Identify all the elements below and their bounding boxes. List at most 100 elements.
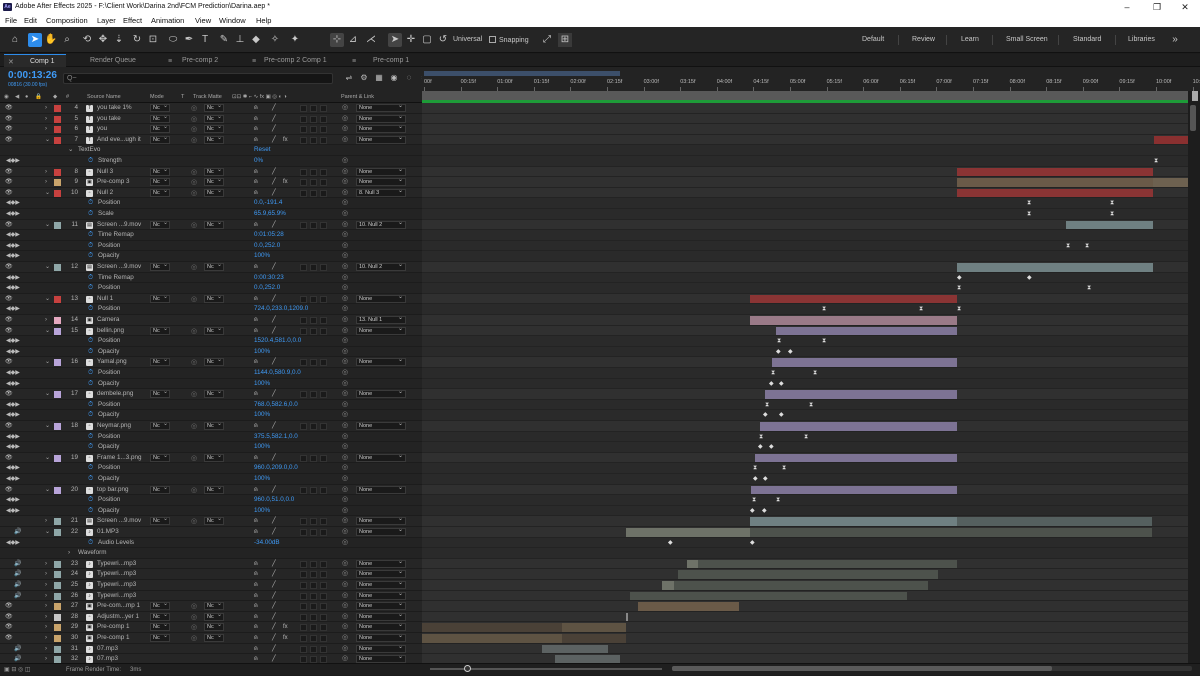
eraser-tool-icon[interactable]: ◆ (249, 33, 263, 47)
layer-name[interactable]: Typewri...mp3 (97, 591, 149, 602)
motion-blur-switch[interactable] (300, 560, 307, 568)
stopwatch-icon[interactable]: ⏱ (88, 273, 93, 284)
zoom-tool-icon[interactable]: ⌕ (60, 33, 74, 47)
track-matte-dropdown[interactable]: Nc (204, 622, 224, 632)
layer-row[interactable]: 👁›27▣Pre-com...mp 1Nc◎Nc⍝╱◎None (0, 601, 422, 612)
expression-pickwhip-icon[interactable]: ◎ (342, 495, 348, 506)
layer-duration-bar[interactable] (1066, 220, 1153, 230)
twirl-closed-icon[interactable]: › (45, 654, 47, 663)
3d-scale-icon[interactable]: ▢ (420, 33, 434, 47)
timeline-track[interactable] (422, 187, 1188, 199)
minimize-icon[interactable]: – (1112, 0, 1142, 14)
layer-duration-bar[interactable] (630, 591, 639, 601)
shy-switch-icon[interactable]: ⍝ (254, 591, 258, 602)
layer-name[interactable]: Typewri...mp3 (97, 559, 149, 570)
motion-blur-switch[interactable] (300, 518, 307, 526)
snap-options-icon[interactable]: ⤢ (540, 33, 554, 47)
shy-switch-icon[interactable]: ⍝ (254, 103, 258, 114)
3d-layer-switch[interactable] (320, 592, 327, 600)
visibility-eye-icon[interactable]: 👁 (5, 190, 13, 196)
layer-name[interactable]: 07.mp3 (97, 654, 149, 663)
blend-mode-dropdown[interactable]: Nc (150, 453, 170, 462)
layer-duration-bar[interactable] (562, 634, 626, 643)
parent-pickwhip-icon[interactable]: ◎ (342, 622, 348, 633)
visibility-eye-icon[interactable]: 👁 (5, 179, 13, 185)
timeline-track[interactable] (422, 580, 1188, 591)
stopwatch-icon[interactable]: ⏱ (88, 379, 93, 390)
audio-speaker-icon[interactable]: 🔊 (14, 593, 21, 599)
tab-close-icon[interactable]: ✕ (8, 56, 16, 66)
layer-duration-bar[interactable] (772, 358, 957, 367)
quality-switch-icon[interactable]: ╱ (272, 453, 276, 464)
shy-switch-icon[interactable]: ⍝ (254, 315, 258, 326)
tab-pre-comp-2-comp-1[interactable]: ≡ Pre-comp 2 Comp 1 (250, 54, 350, 67)
twirl-closed-icon[interactable]: › (45, 644, 47, 655)
layer-duration-bar[interactable] (957, 188, 1153, 198)
3d-layer-switch[interactable] (320, 624, 327, 632)
twirl-closed-icon[interactable]: › (45, 612, 47, 623)
parent-pickwhip-icon[interactable]: ◎ (342, 591, 348, 602)
blend-mode-dropdown[interactable]: Nc (150, 612, 170, 621)
label-color-swatch[interactable] (54, 486, 61, 494)
quality-switch-icon[interactable]: ╱ (272, 644, 276, 655)
parent-dropdown[interactable]: None (356, 591, 406, 600)
parent-dropdown[interactable]: 13. Null 1 (356, 315, 406, 324)
property-row[interactable]: ◀◆▶ ⏱ Scale 65.9,65.9% ◎ (0, 209, 422, 220)
stopwatch-icon[interactable]: ⏱ (88, 336, 93, 347)
blend-mode-dropdown[interactable]: Nc (150, 326, 170, 335)
adjustment-switch[interactable] (310, 126, 317, 134)
twirl-open-icon[interactable]: ⌄ (45, 389, 50, 400)
property-row[interactable]: ◀◆▶ ⏱ Opacity 100% ◎ (0, 442, 422, 453)
layer-row[interactable]: 🔊 › 26 ♪ Typewri...mp3 ⍝ ╱ ◎ None (0, 590, 422, 602)
label-color-swatch[interactable] (54, 423, 61, 430)
expression-pickwhip-icon[interactable]: ◎ (342, 474, 348, 485)
property-row[interactable]: ◀◆▶ ⏱ Position 375.5,582.1,0.0 ◎ (0, 431, 422, 443)
layer-row[interactable]: 👁›8▫Null 3Nc◎Nc⍝╱◎None (0, 166, 422, 178)
keyframe-icon[interactable]: ⧗ (804, 432, 808, 443)
stopwatch-icon[interactable]: ⏱ (88, 241, 93, 252)
motion-blur-switch[interactable] (300, 592, 307, 600)
motion-blur-switch[interactable] (300, 624, 307, 632)
menu-composition[interactable]: Composition (46, 14, 88, 27)
tab-pre-comp-1[interactable]: ≡ Pre-comp 1 (350, 54, 430, 67)
blend-mode-dropdown[interactable]: Nc (150, 220, 170, 229)
twirl-closed-icon[interactable]: › (45, 114, 47, 125)
motion-blur-switch[interactable] (300, 136, 307, 144)
quality-switch-icon[interactable]: ╱ (272, 177, 276, 188)
keyframe-icon[interactable]: ⧗ (776, 495, 780, 506)
3d-layer-switch[interactable] (320, 221, 327, 229)
keyframe-icon[interactable]: ◆ (769, 379, 774, 390)
adjustment-switch[interactable] (310, 115, 317, 123)
keyframe-icon[interactable]: ⧗ (1066, 241, 1070, 252)
timeline-track[interactable]: ⧗ ⧗ (422, 368, 1188, 379)
property-value[interactable]: 960.0,209.0,0.0 (254, 463, 298, 474)
label-color-swatch[interactable] (54, 529, 61, 536)
parent-dropdown[interactable]: None (356, 644, 406, 653)
layer-name[interactable]: Null 3 (97, 167, 149, 178)
shy-switch-icon[interactable]: ⍝ (254, 188, 258, 199)
twirl-open-icon[interactable]: ⌄ (45, 135, 50, 146)
visibility-eye-icon[interactable]: 👁 (5, 317, 13, 323)
visibility-eye-icon[interactable]: 👁 (5, 116, 13, 122)
timeline-track[interactable]: ◆ ◆ (422, 538, 1188, 549)
parent-dropdown[interactable]: None (356, 103, 406, 112)
label-color-swatch[interactable] (54, 168, 61, 176)
keyframe-icon[interactable]: ◆ (668, 538, 673, 549)
layer-name[interactable]: Screen ...9.mov (97, 220, 149, 231)
property-row[interactable]: ◀◆▶ ⏱ Opacity 100% ◎ (0, 410, 422, 421)
stopwatch-icon[interactable]: ⏱ (88, 368, 93, 379)
motion-blur-switch[interactable] (300, 126, 307, 134)
parent-dropdown[interactable]: None (356, 612, 406, 621)
blend-mode-dropdown[interactable]: Nc (150, 516, 170, 526)
timeline-track[interactable] (422, 325, 1188, 337)
twirl-open-icon[interactable]: ⌄ (45, 485, 50, 496)
quality-switch-icon[interactable]: ╱ (272, 294, 276, 305)
motion-blur-switch[interactable] (300, 317, 307, 324)
timeline-track[interactable]: ⧗ ⧗ (422, 209, 1188, 220)
quality-switch-icon[interactable]: ╱ (272, 103, 276, 114)
stopwatch-icon[interactable]: ⏱ (88, 283, 93, 294)
layer-row[interactable]: 👁⌄20▫top bar.pngNc◎Nc⍝╱◎None (0, 484, 422, 496)
layer-duration-bar[interactable] (957, 263, 1153, 272)
close-icon[interactable]: ✕ (1170, 0, 1200, 14)
3d-layer-switch[interactable] (320, 571, 327, 579)
